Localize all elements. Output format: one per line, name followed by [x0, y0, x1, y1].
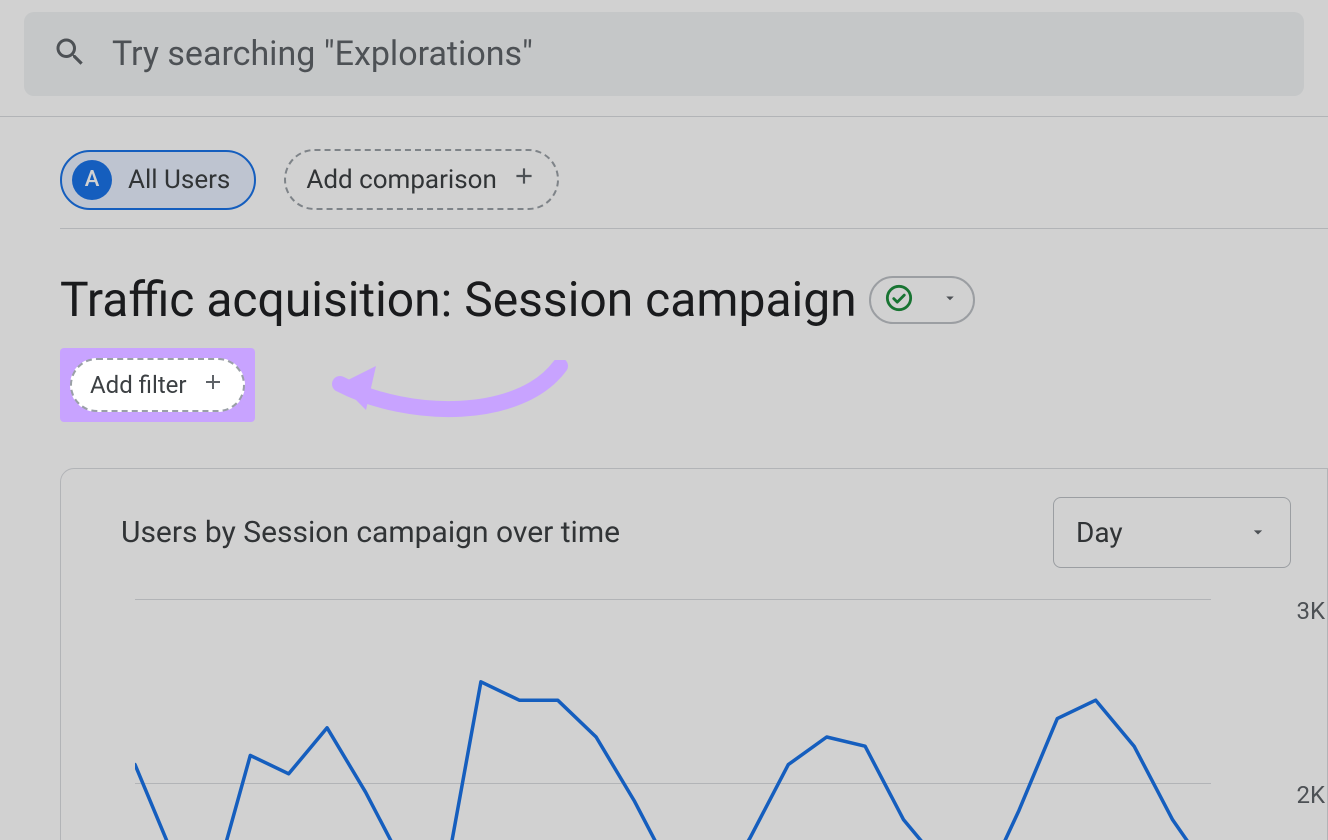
add-filter-highlight: Add filter [60, 348, 255, 422]
plus-icon [511, 163, 537, 196]
chart-area: 3K 2K [135, 599, 1275, 840]
add-comparison-label: Add comparison [306, 165, 496, 195]
caret-down-icon [1248, 516, 1268, 549]
add-comparison-button[interactable]: Add comparison [284, 149, 558, 210]
y-tick-label: 3K [1296, 597, 1325, 625]
add-filter-label: Add filter [90, 371, 187, 399]
comparison-row: A All Users Add comparison [60, 149, 1328, 210]
chart-title: Users by Session campaign over time [121, 515, 620, 550]
line-chart [135, 599, 1211, 840]
comparison-badge: A [72, 160, 112, 200]
report-status-dropdown[interactable] [869, 276, 975, 324]
granularity-value: Day [1076, 516, 1123, 549]
check-circle-icon [885, 284, 913, 316]
search-bar[interactable] [24, 12, 1304, 96]
granularity-select[interactable]: Day [1053, 497, 1291, 568]
caret-down-icon [941, 289, 959, 311]
search-icon [52, 34, 88, 74]
chips-divider [60, 228, 1328, 229]
comparison-label: All Users [128, 165, 230, 195]
comparison-chip-all-users[interactable]: A All Users [60, 150, 256, 210]
page-title: Traffic acquisition: Session campaign [60, 271, 857, 328]
add-filter-button[interactable]: Add filter [70, 358, 245, 412]
annotation-arrow-icon [290, 360, 570, 444]
search-input[interactable] [112, 34, 1276, 74]
plus-icon [201, 370, 225, 400]
y-tick-label: 2K [1296, 781, 1325, 809]
chart-card: Users by Session campaign over time Day … [60, 468, 1328, 840]
